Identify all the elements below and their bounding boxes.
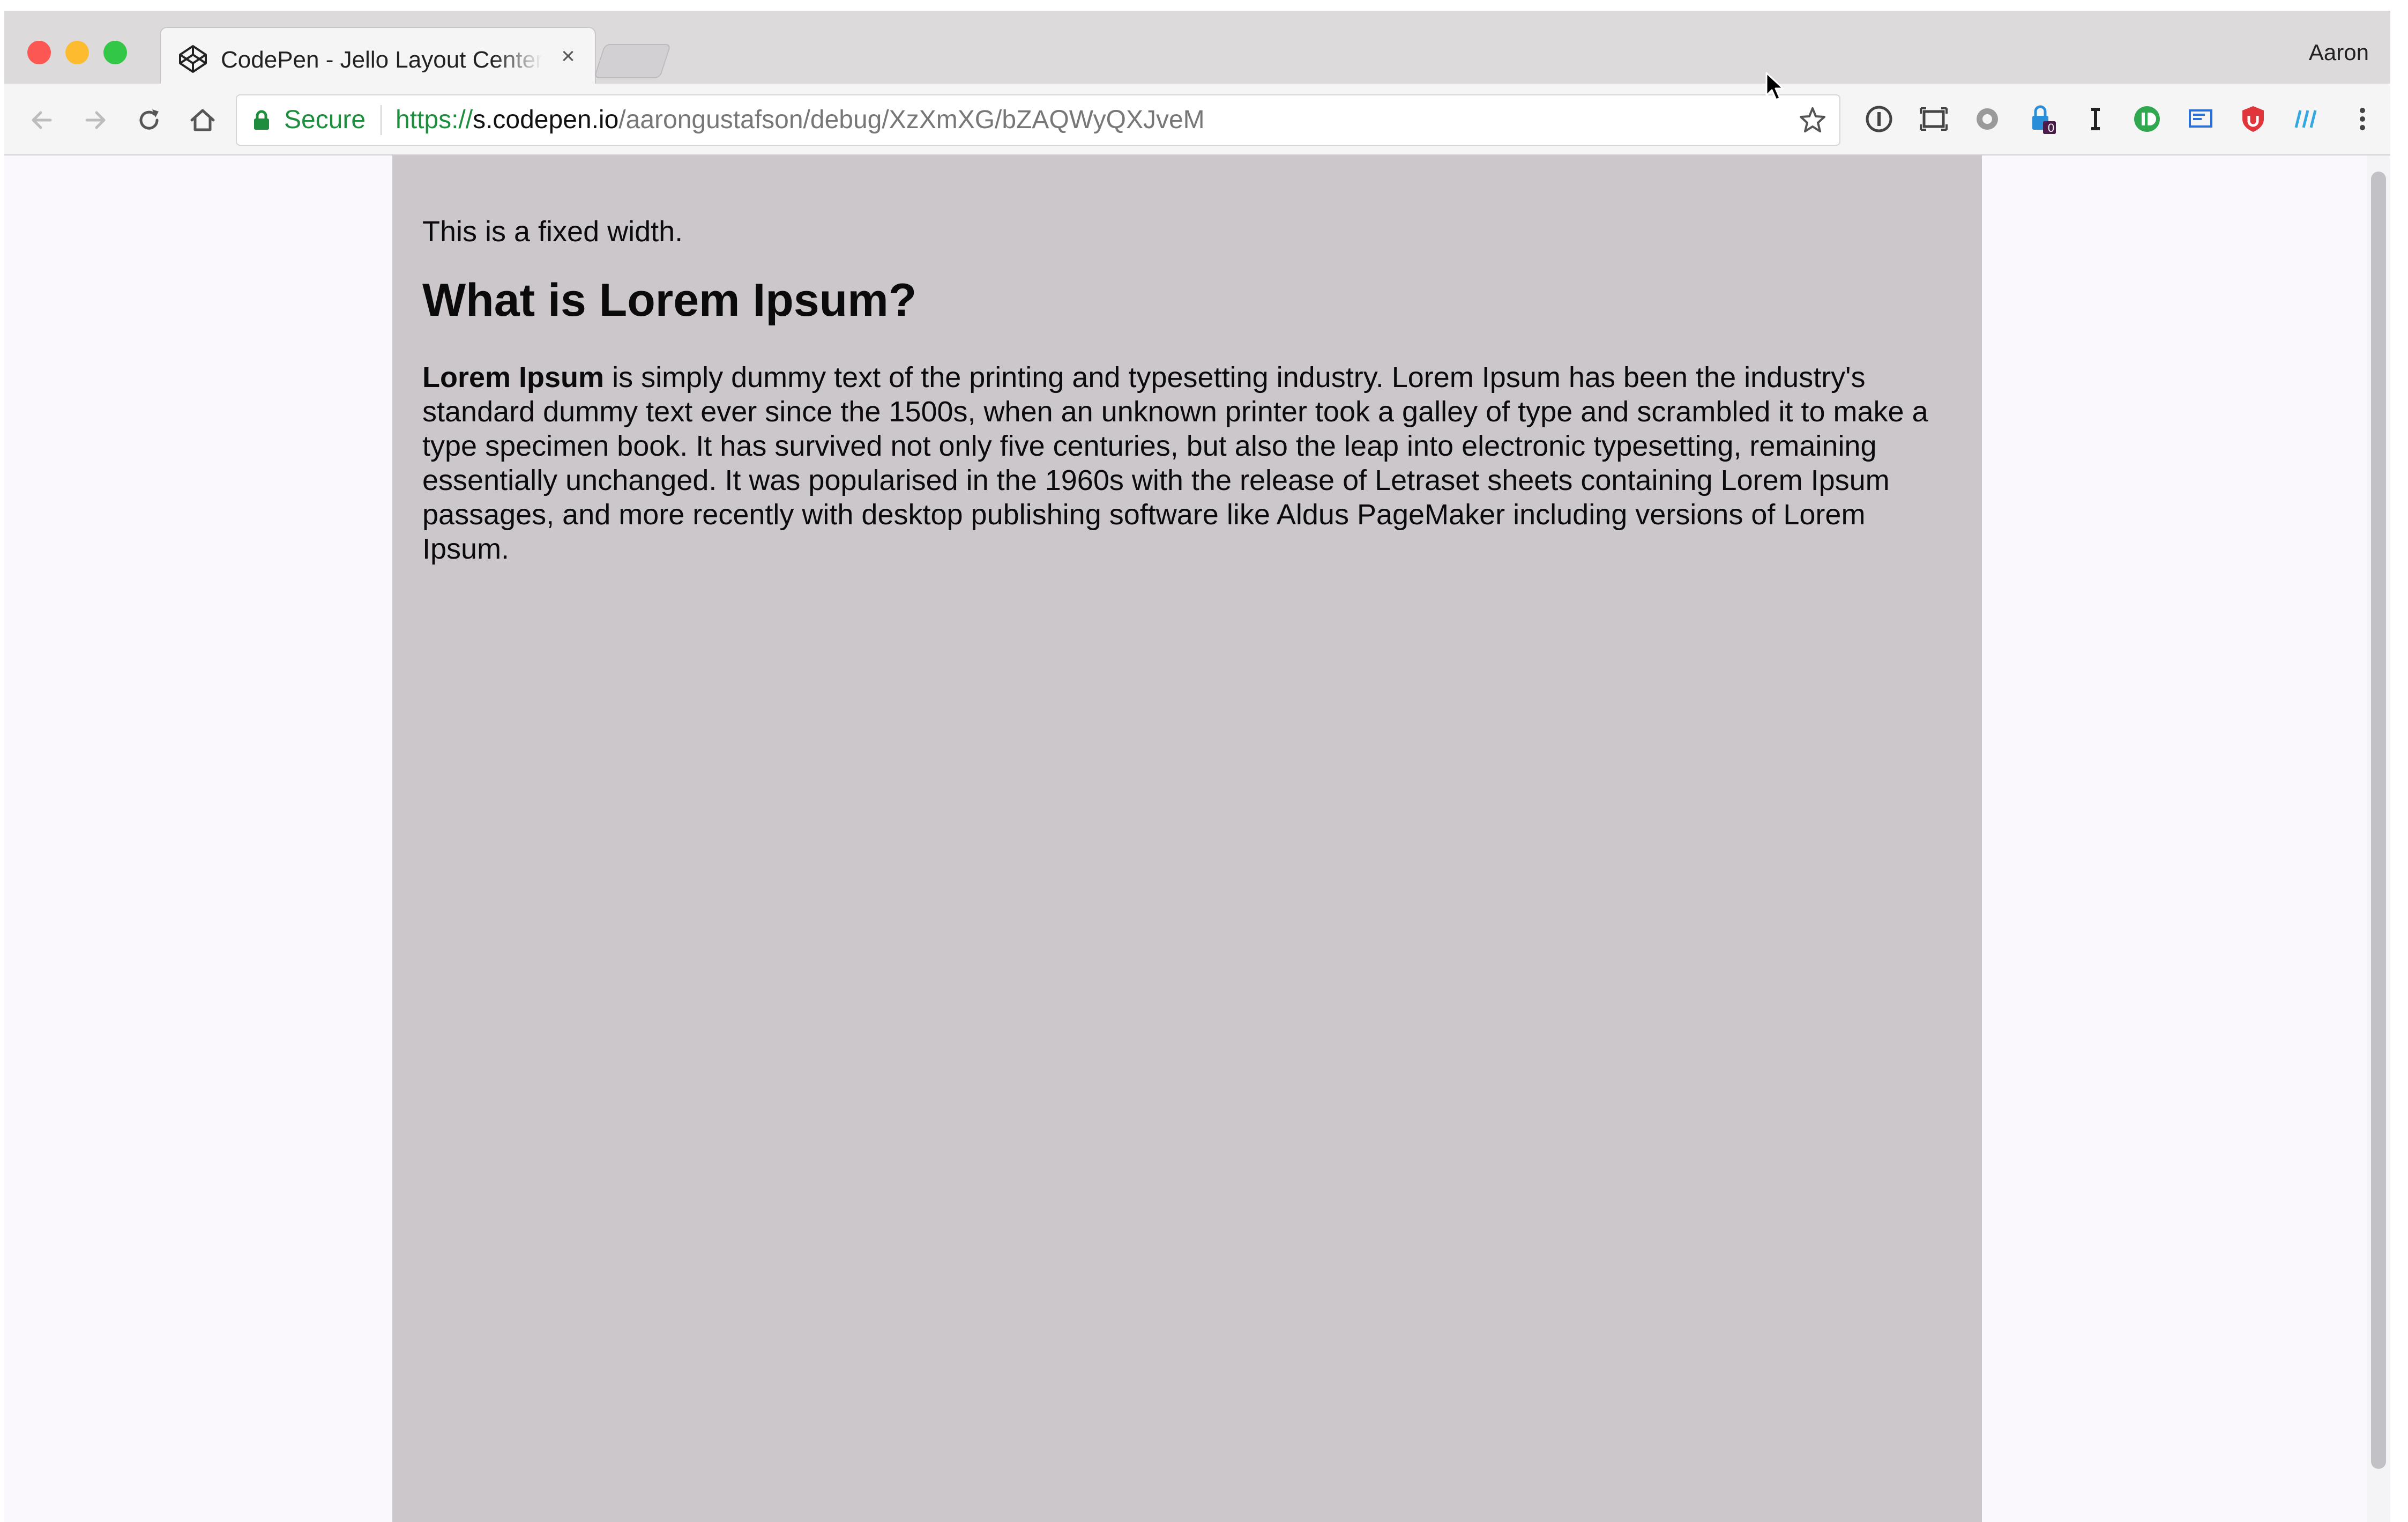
- lorem-paragraph: Lorem Ipsum is simply dummy text of the …: [422, 360, 1952, 566]
- fixed-width-container: This is a fixed width. What is Lorem Ips…: [392, 155, 1982, 1522]
- paragraph-body: is simply dummy text of the printing and…: [422, 361, 1928, 565]
- codepen-logo-icon: [177, 43, 209, 75]
- home-icon[interactable]: [187, 104, 219, 136]
- profile-name[interactable]: Aaron: [2309, 38, 2369, 68]
- lock-icon: [252, 109, 271, 131]
- maximize-window-button[interactable]: [103, 41, 127, 64]
- pushbullet-icon[interactable]: [2132, 104, 2162, 134]
- reload-icon[interactable]: [133, 104, 165, 136]
- url-host: s.codepen.io: [473, 106, 619, 134]
- url-path: /aarongustafson/debug/XzXmXG/bZAQWyQXJve…: [618, 106, 1205, 134]
- scrollbar-thumb[interactable]: [2371, 172, 2386, 1469]
- back-arrow-icon[interactable]: [26, 104, 58, 136]
- lastpass-badge: 0: [2047, 121, 2055, 135]
- tab-close-icon[interactable]: ×: [555, 43, 582, 70]
- address-bar[interactable]: Secure https://s.codepen.io/aarongustafs…: [236, 94, 1840, 146]
- star-icon[interactable]: [1798, 105, 1828, 135]
- onepassword-icon[interactable]: [1864, 104, 1894, 134]
- more-menu-icon[interactable]: [2347, 104, 2367, 134]
- fixed-width-note: This is a fixed width.: [422, 216, 683, 248]
- paragraph-lead: Lorem Ipsum: [422, 361, 605, 394]
- forward-arrow-icon[interactable]: [79, 104, 111, 136]
- close-window-button[interactable]: [27, 41, 51, 64]
- minimize-window-button[interactable]: [65, 41, 89, 64]
- mouse-cursor-icon: [1765, 72, 1784, 101]
- page-heading: What is Lorem Ipsum?: [422, 274, 917, 326]
- tab-title: CodePen - Jello Layout Center: [221, 47, 542, 73]
- page-viewport: This is a fixed width. What is Lorem Ips…: [4, 155, 2367, 1522]
- address-divider: [381, 105, 382, 135]
- scrollbar[interactable]: [2367, 155, 2390, 1522]
- browser-toolbar: Secure https://s.codepen.io/aarongustafs…: [4, 84, 2390, 155]
- settings-extension-icon[interactable]: [1972, 104, 2002, 134]
- browser-window: CodePen - Jello Layout Center × Aaron Se…: [4, 11, 2390, 1522]
- cast-icon[interactable]: [2186, 104, 2216, 134]
- url-text[interactable]: https://s.codepen.io/aarongustafson/debu…: [396, 105, 1205, 135]
- instapaper-icon[interactable]: [2081, 104, 2111, 134]
- new-tab-button[interactable]: [593, 44, 672, 78]
- secure-label: Secure: [284, 106, 366, 134]
- tab-codepen[interactable]: CodePen - Jello Layout Center ×: [160, 27, 596, 85]
- readability-icon[interactable]: [2291, 104, 2321, 134]
- tab-strip: CodePen - Jello Layout Center × Aaron: [4, 11, 2390, 85]
- ublock-icon[interactable]: [2238, 104, 2268, 134]
- url-scheme: https://: [396, 106, 473, 134]
- screenshot-icon[interactable]: [1919, 104, 1949, 134]
